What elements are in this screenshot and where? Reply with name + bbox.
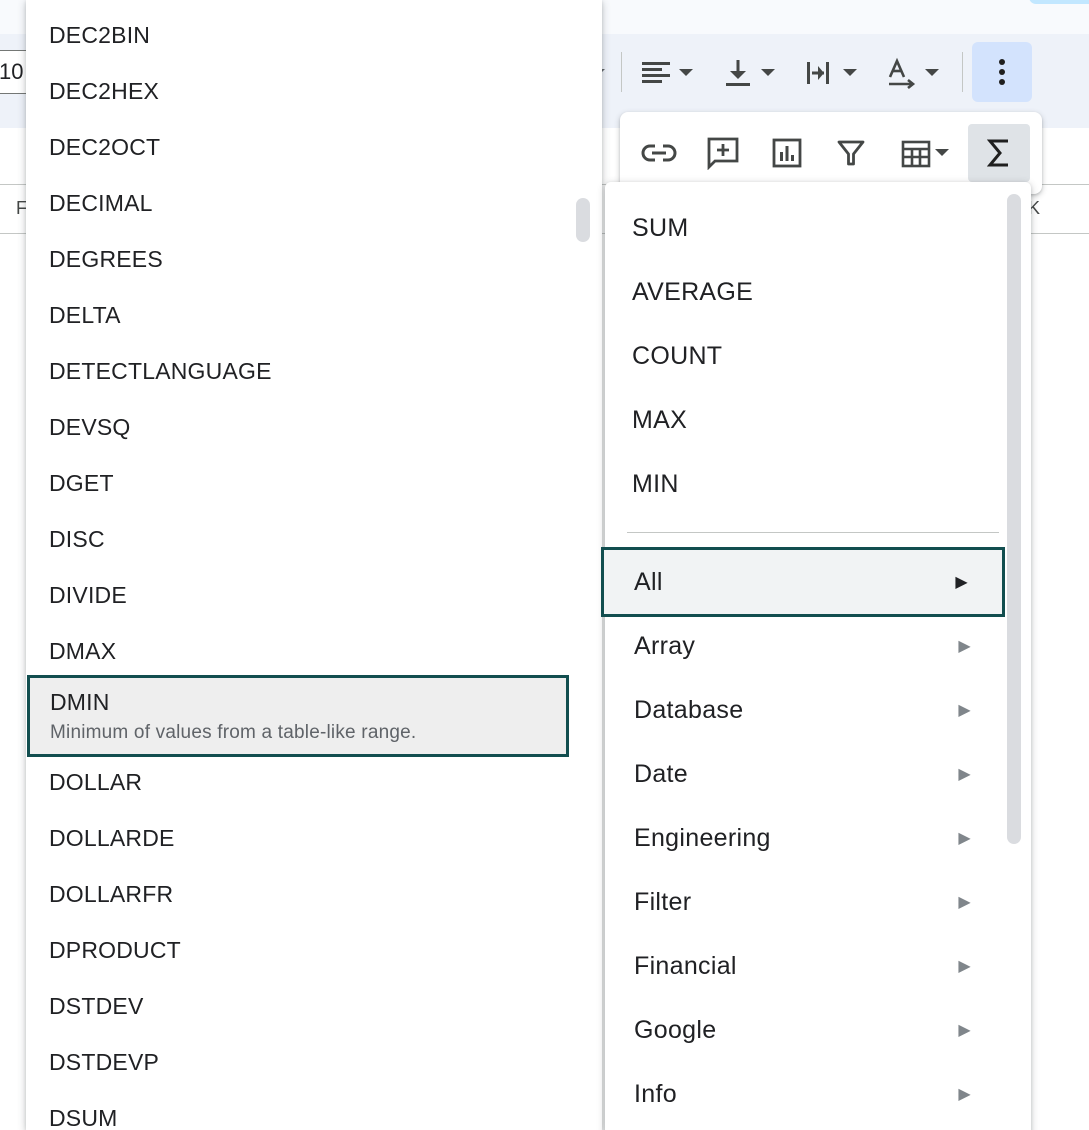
sigma-icon: [987, 139, 1008, 167]
submenu-arrow-icon: ▶: [958, 638, 971, 655]
function-name: DMIN: [50, 688, 110, 715]
list-item[interactable]: DSTDEVP: [26, 1034, 570, 1090]
align-bottom-icon: [726, 60, 750, 86]
vertical-align-button[interactable]: [722, 48, 776, 98]
menu-item-label: Filter: [634, 887, 692, 916]
list-item[interactable]: DEGREES: [26, 231, 570, 287]
share-button[interactable]: [1029, 0, 1089, 4]
chevron-down-icon: [761, 69, 775, 76]
scrollbar[interactable]: [576, 198, 590, 242]
list-item[interactable]: DOLLARFR: [26, 866, 570, 922]
menu-item-label: Info: [634, 1079, 677, 1108]
menu-item-info[interactable]: Info ▶: [605, 1062, 1005, 1126]
menu-item-all[interactable]: All ▶: [601, 547, 1005, 617]
menu-item-label: Financial: [634, 951, 737, 980]
submenu-arrow-icon: ▶: [958, 702, 971, 719]
filter-icon: [837, 140, 865, 166]
text-rotation-button[interactable]: [886, 48, 940, 98]
list-item-selected[interactable]: DMIN Minimum of values from a table-like…: [27, 675, 569, 757]
align-left-icon: [642, 62, 670, 83]
menu-item-date[interactable]: Date ▶: [605, 742, 1005, 806]
menu-item-database[interactable]: Database ▶: [605, 678, 1005, 742]
submenu-arrow-icon: ▶: [958, 894, 971, 911]
menu-item-google[interactable]: Google ▶: [605, 998, 1005, 1062]
list-item[interactable]: DGET: [26, 455, 570, 511]
chart-icon: [772, 138, 802, 168]
menu-item-label: Database: [634, 695, 744, 724]
menu-item-label: Google: [634, 1015, 717, 1044]
list-item[interactable]: DEC2OCT: [26, 119, 570, 175]
horizontal-align-button[interactable]: [640, 48, 694, 98]
submenu-arrow-icon: ▶: [958, 766, 971, 783]
toolbar-divider: [621, 52, 622, 92]
menu-item-min[interactable]: MIN: [605, 452, 1005, 516]
insert-chart-button[interactable]: [762, 124, 812, 182]
menu-item-filter[interactable]: Filter ▶: [605, 870, 1005, 934]
list-item[interactable]: DOLLARDE: [26, 810, 570, 866]
menu-item-count[interactable]: COUNT: [605, 324, 1005, 388]
list-item[interactable]: DEC2HEX: [26, 63, 570, 119]
table-button[interactable]: [890, 124, 960, 182]
list-item[interactable]: DIVIDE: [26, 567, 570, 623]
function-list: DEC2BIN DEC2HEX DEC2OCT DECIMAL DEGREES …: [26, 0, 602, 1130]
list-item[interactable]: DSUM: [26, 1090, 570, 1130]
submenu-arrow-icon: ▶: [958, 1022, 971, 1039]
scrollbar[interactable]: [1007, 194, 1021, 844]
function-description: Minimum of values from a table-like rang…: [50, 721, 417, 743]
text-rotation-icon: [888, 57, 916, 89]
list-item[interactable]: DELTA: [26, 287, 570, 343]
chevron-down-icon: [935, 149, 949, 156]
menu-item-average[interactable]: AVERAGE: [605, 260, 1005, 324]
add-comment-icon: [707, 137, 739, 170]
functions-button[interactable]: [968, 124, 1030, 182]
menu-item-sum[interactable]: SUM: [605, 196, 1005, 260]
menu-item-array[interactable]: Array ▶: [605, 614, 1005, 678]
menu-item-label: All: [634, 567, 663, 596]
submenu-arrow-icon: ▶: [955, 574, 968, 591]
text-wrap-button[interactable]: [804, 48, 858, 98]
chevron-down-icon: [843, 69, 857, 76]
menu-item-engineering[interactable]: Engineering ▶: [605, 806, 1005, 870]
menu-item-max[interactable]: MAX: [605, 388, 1005, 452]
create-filter-button[interactable]: [826, 124, 876, 182]
link-icon: [641, 144, 677, 162]
list-item[interactable]: DSTDEV: [26, 978, 570, 1034]
chevron-down-icon: [925, 69, 939, 76]
list-item[interactable]: DPRODUCT: [26, 922, 570, 978]
submenu-arrow-icon: ▶: [958, 830, 971, 847]
list-item[interactable]: DEVSQ: [26, 399, 570, 455]
menu-divider: [627, 532, 999, 533]
toolbar-divider: [962, 52, 963, 92]
list-item[interactable]: DOLLAR: [26, 754, 570, 810]
table-icon: [901, 140, 931, 168]
more-options-button[interactable]: [972, 42, 1032, 102]
submenu-arrow-icon: ▶: [958, 958, 971, 975]
submenu-arrow-icon: ▶: [958, 1086, 971, 1103]
list-item[interactable]: DMAX: [26, 623, 570, 679]
chevron-down-icon: [679, 69, 693, 76]
list-item[interactable]: DISC: [26, 511, 570, 567]
menu-item-financial[interactable]: Financial ▶: [605, 934, 1005, 998]
functions-menu: SUM AVERAGE COUNT MAX MIN All ▶ Array ▶ …: [601, 182, 1031, 1130]
text-wrap-icon: [807, 62, 829, 84]
list-item[interactable]: DETECTLANGUAGE: [26, 343, 570, 399]
list-item[interactable]: DECIMAL: [26, 175, 570, 231]
menu-item-label: Engineering: [634, 823, 771, 852]
insert-comment-button[interactable]: [698, 124, 748, 182]
menu-item-label: Array: [634, 631, 696, 660]
more-vertical-icon: [999, 59, 1005, 85]
list-item[interactable]: DEC2BIN: [26, 7, 570, 63]
menu-item-label: Date: [634, 759, 689, 788]
insert-link-button[interactable]: [634, 124, 684, 182]
